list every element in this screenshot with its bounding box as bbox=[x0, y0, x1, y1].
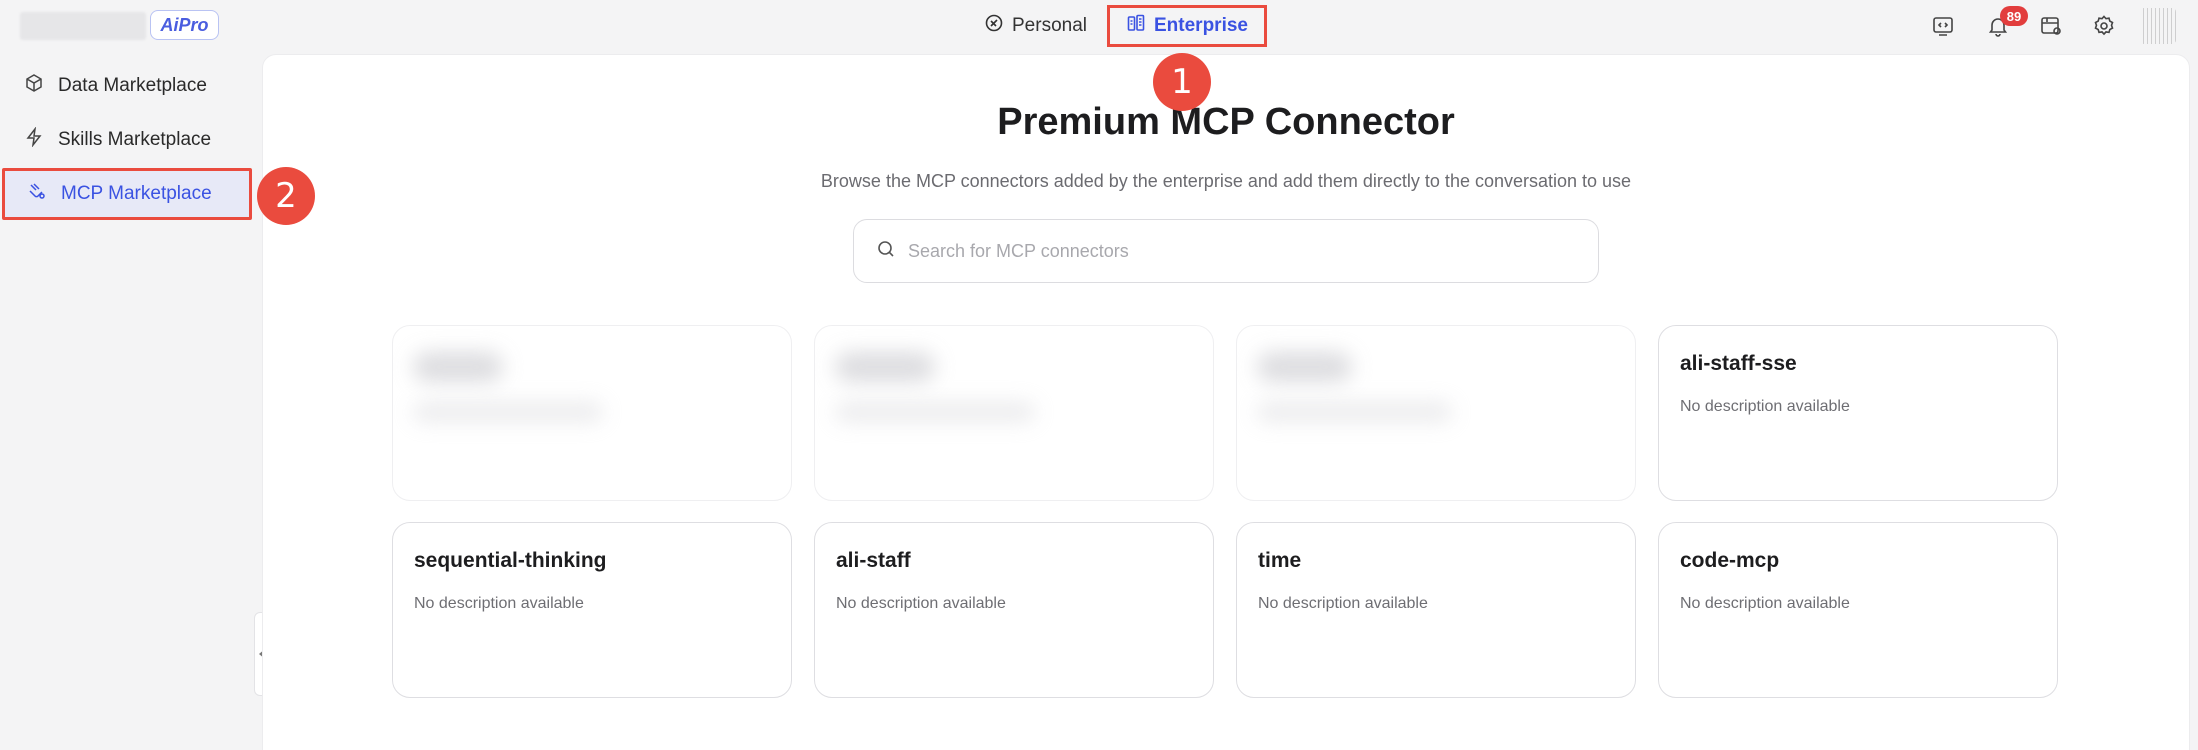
redacted-description bbox=[1257, 402, 1452, 422]
tab-personal[interactable]: Personal bbox=[970, 6, 1101, 46]
search-icon bbox=[876, 239, 896, 264]
connector-card[interactable]: sequential-thinking No description avail… bbox=[392, 522, 792, 698]
sidebar: Data Marketplace Skills Marketplace MCP … bbox=[0, 52, 270, 750]
enterprise-icon bbox=[1126, 13, 1146, 39]
connector-card[interactable]: ali-staff No description available bbox=[814, 522, 1214, 698]
page-subtitle: Browse the MCP connectors added by the e… bbox=[820, 171, 1632, 191]
calendar-settings-icon[interactable] bbox=[2038, 13, 2064, 39]
top-bar: AiPro Personal Enterprise 89 bbox=[0, 0, 2198, 52]
gear-icon[interactable] bbox=[2091, 13, 2117, 39]
page-title: Premium MCP Connector bbox=[997, 101, 1455, 143]
connector-description: No description available bbox=[1258, 595, 1428, 612]
sidebar-item-label: Data Marketplace bbox=[58, 75, 207, 96]
redacted-description bbox=[413, 402, 603, 422]
search-input[interactable] bbox=[908, 240, 1548, 262]
connector-name: sequential-thinking bbox=[414, 549, 607, 572]
mode-switch: Personal Enterprise bbox=[970, 5, 1267, 47]
personal-icon bbox=[984, 13, 1004, 39]
annotation-marker: 2 bbox=[257, 167, 315, 225]
notification-badge: 89 bbox=[2000, 6, 2028, 26]
connector-card-redacted[interactable] bbox=[392, 325, 792, 501]
sidebar-item-skills-marketplace[interactable]: Skills Marketplace bbox=[6, 116, 250, 164]
connector-card-redacted[interactable] bbox=[814, 325, 1214, 501]
sidebar-item-label: MCP Marketplace bbox=[61, 183, 212, 204]
tab-enterprise-label: Enterprise bbox=[1154, 15, 1248, 36]
connector-card[interactable]: ali-staff-sse No description available bbox=[1658, 325, 2058, 501]
connector-description: No description available bbox=[1680, 595, 1850, 612]
brand-logo bbox=[20, 12, 146, 40]
connector-description: No description available bbox=[1680, 398, 1850, 415]
redacted-title bbox=[835, 352, 935, 382]
connector-name: ali-staff-sse bbox=[1680, 352, 1797, 375]
connector-description: No description available bbox=[836, 595, 1006, 612]
connector-name: ali-staff bbox=[836, 549, 911, 572]
lightning-icon bbox=[24, 126, 44, 153]
connector-card[interactable]: code-mcp No description available bbox=[1658, 522, 2058, 698]
tab-enterprise[interactable]: Enterprise bbox=[1107, 5, 1267, 47]
connector-card-redacted[interactable] bbox=[1236, 325, 1636, 501]
search-box[interactable] bbox=[853, 219, 1599, 283]
sidebar-item-label: Skills Marketplace bbox=[58, 129, 212, 150]
product-badge[interactable]: AiPro bbox=[150, 10, 219, 40]
connector-card[interactable]: time No description available bbox=[1236, 522, 1636, 698]
sidebar-item-data-marketplace[interactable]: Data Marketplace bbox=[6, 62, 250, 110]
tab-personal-label: Personal bbox=[1012, 15, 1087, 36]
redacted-description bbox=[835, 402, 1035, 422]
redacted-title bbox=[1257, 352, 1352, 382]
mcp-icon bbox=[27, 181, 47, 207]
redacted-title bbox=[413, 352, 503, 382]
connector-name: code-mcp bbox=[1680, 549, 1780, 572]
code-window-icon[interactable] bbox=[1930, 13, 1956, 39]
sidebar-item-mcp-marketplace[interactable]: MCP Marketplace bbox=[2, 168, 252, 220]
cube-icon bbox=[24, 73, 44, 99]
main-panel: Premium MCP Connector Browse the MCP con… bbox=[262, 54, 2190, 750]
annotation-marker: 1 bbox=[1153, 53, 1211, 111]
connector-description: No description available bbox=[414, 595, 584, 612]
avatar[interactable] bbox=[2140, 8, 2176, 44]
connector-name: time bbox=[1258, 549, 1302, 572]
